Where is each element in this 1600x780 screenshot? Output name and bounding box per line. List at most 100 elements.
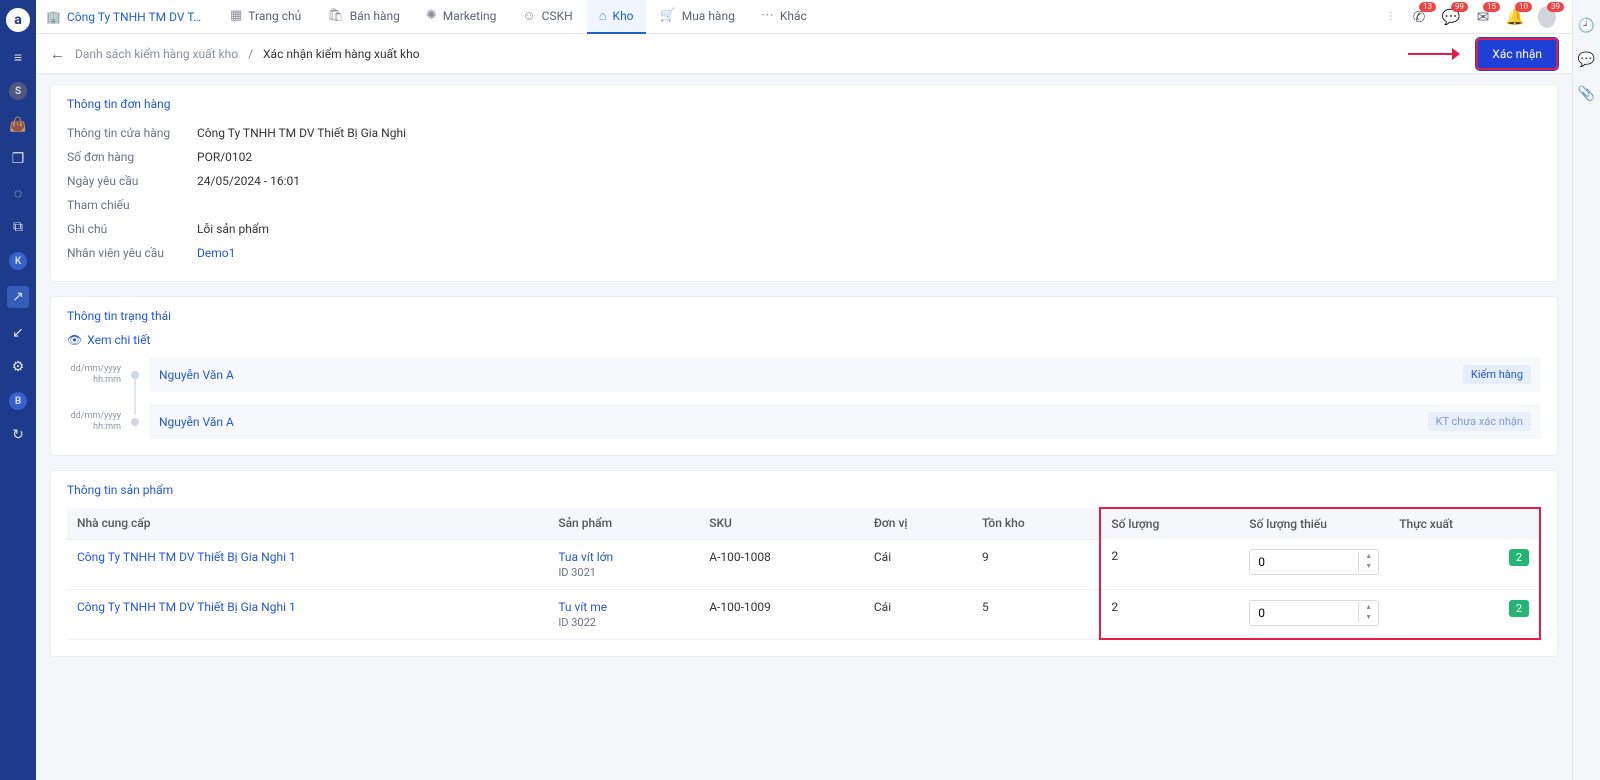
cell-stock: 5 [972,589,1100,639]
value-store: Công Ty TNHH TM DV Thiết Bị Gia Nghi [197,126,406,140]
breadcrumb-current: Xác nhận kiểm hàng xuất kho [263,47,420,61]
tab-label: CSKH [542,9,573,23]
card-title: Thông tin đơn hàng [67,97,1541,111]
clock-icon[interactable]: 🕘 [1578,18,1595,34]
tag-icon[interactable]: ◌ [9,184,27,202]
breadcrumb-bar: ← Danh sách kiểm hàng xuất kho / Xác nhậ… [36,34,1572,74]
missing-input[interactable] [1250,606,1358,620]
rail-badge-s[interactable]: S [9,82,27,100]
table-row: Công Ty TNHH TM DV Thiết Bị Gia Nghi 1 Tu… [67,539,1540,589]
label-staff: Nhân viên yêu cầu [67,246,187,260]
chat-icon[interactable]: 💬99 [1442,8,1460,26]
avatar[interactable]: 39 [1538,8,1556,26]
mail-icon[interactable]: ✉15 [1474,8,1492,26]
step-up-icon[interactable]: ▲ [1359,552,1378,562]
comment-icon[interactable]: 💬 [1578,52,1595,68]
timeline-body: Nguyễn Văn A KT chưa xác nhận [149,404,1541,439]
card-title: Thông tin trạng thái [67,309,1541,323]
cell-unit: Cái [864,539,972,589]
missing-input[interactable] [1250,555,1358,569]
org-name: Công Ty TNHH TM DV T… [67,10,201,24]
arrow-up-right-icon[interactable]: ↗ [7,286,29,308]
cell-missing: ▲▼ [1239,589,1389,639]
tab-home[interactable]: ▦Trang chủ [218,0,313,34]
order-info-card: Thông tin đơn hàng Thông tin cửa hàngCôn… [50,84,1558,282]
phone-icon[interactable]: ✆13 [1410,8,1428,26]
org-switcher[interactable]: 🏢 Công Ty TNHH TM DV T… › [46,10,206,24]
supplier-link[interactable]: Công Ty TNHH TM DV Thiết Bị Gia Nghi 1 [77,550,296,564]
product-link[interactable]: Tu vít me [558,600,689,614]
tab-cskh[interactable]: ☺ CSKH [510,0,584,34]
quantity-stepper[interactable]: ▲▼ [1249,600,1379,626]
cart-icon: 🛍 [327,8,344,23]
value-note: Lỗi sản phẩm [197,222,269,236]
bag-icon[interactable]: 👜 [9,116,27,134]
megaphone-icon: ✺ [426,8,437,23]
rail-badge-b[interactable]: B [9,392,27,410]
tab-purchase[interactable]: 🛒Mua hàng [648,0,747,34]
badge: 13 [1419,2,1436,12]
step-down-icon[interactable]: ▼ [1359,613,1378,623]
tab-sales[interactable]: 🛍Bán hàng [315,0,412,34]
annotation-arrow [1408,45,1460,63]
tab-kho[interactable]: ⌂Kho [587,0,646,34]
back-button[interactable]: ← [50,45,65,63]
badge: 99 [1451,2,1468,12]
refresh-icon[interactable]: ↻ [9,426,27,444]
menu-icon[interactable]: ≡ [9,48,27,66]
tab-label: Marketing [443,9,497,23]
timeline-dot [131,371,139,379]
timeline-date: dd/mm/yyyy hh:mm [67,411,121,433]
tab-bar: ▦Trang chủ 🛍Bán hàng ✺ Marketing ☺ CSKH ⌂K… [218,0,819,34]
step-down-icon[interactable]: ▼ [1359,562,1378,572]
timeline: dd/mm/yyyy hh:mm Nguyễn Văn A Kiểm hàng … [67,357,1541,439]
timeline-user[interactable]: Nguyễn Văn A [159,368,234,382]
badge: 39 [1547,2,1564,12]
timeline-body: Nguyễn Văn A Kiểm hàng [149,357,1541,392]
th-qty: Số lượng [1100,508,1239,539]
cell-actual: 2 [1389,539,1540,589]
tab-other[interactable]: ⋯ Khác [749,0,819,34]
th-sku: SKU [699,508,864,539]
bell-icon[interactable]: 🔔10 [1506,8,1524,26]
breadcrumb-prev[interactable]: Danh sách kiểm hàng xuất kho [75,47,238,61]
dots-icon: ⋯ [761,8,774,23]
th-stock: Tồn kho [972,508,1100,539]
link-text: Xem chi tiết [87,333,150,347]
right-rail: 🕘 💬 📎 [1572,0,1600,780]
actual-badge: 2 [1509,600,1529,617]
badge: 15 [1483,2,1500,12]
timeline-user[interactable]: Nguyễn Văn A [159,415,234,429]
badge: 10 [1515,2,1532,12]
tab-label: Khác [780,9,807,23]
gear-icon[interactable]: ⚙ [9,358,27,376]
app-logo[interactable]: a [6,8,30,32]
tab-label: Trang chủ [248,9,301,23]
cell-stock: 9 [972,539,1100,589]
cell-unit: Cái [864,589,972,639]
copy-icon[interactable]: ⧉ [9,218,27,236]
left-rail: a ≡ S 👜 ❒ ◌ ⧉ K ↗ ↙ ⚙ B ↻ [0,0,36,780]
quantity-stepper[interactable]: ▲▼ [1249,549,1379,575]
product-link[interactable]: Tua vít lớn [558,550,689,564]
th-supplier: Nhà cung cấp [67,508,548,539]
layers-icon[interactable]: ❒ [9,150,27,168]
card-title: Thông tin sản phẩm [67,483,1541,497]
product-id: ID 3021 [558,566,689,579]
timeline-row: dd/mm/yyyy hh:mm Nguyễn Văn A KT chưa xá… [67,404,1541,439]
view-detail-link[interactable]: 👁Xem chi tiết [67,333,1541,347]
status-card: Thông tin trạng thái 👁Xem chi tiết dd/mm… [50,296,1558,456]
cell-qty: 2 [1100,589,1239,639]
supplier-link[interactable]: Công Ty TNHH TM DV Thiết Bị Gia Nghi 1 [77,600,296,614]
cell-sku: A-100-1008 [699,539,864,589]
step-up-icon[interactable]: ▲ [1359,603,1378,613]
rail-badge-k[interactable]: K [9,252,27,270]
more-icon[interactable]: ⋮ [1386,11,1396,22]
headset-icon: ☺ [522,8,535,24]
arrow-down-left-icon[interactable]: ↙ [9,324,27,342]
confirm-button[interactable]: Xác nhận [1476,38,1558,70]
attachment-icon[interactable]: 📎 [1578,86,1595,102]
tab-marketing[interactable]: ✺ Marketing [414,0,509,34]
tab-label: Mua hàng [682,9,735,23]
value-staff[interactable]: Demo1 [197,246,235,260]
